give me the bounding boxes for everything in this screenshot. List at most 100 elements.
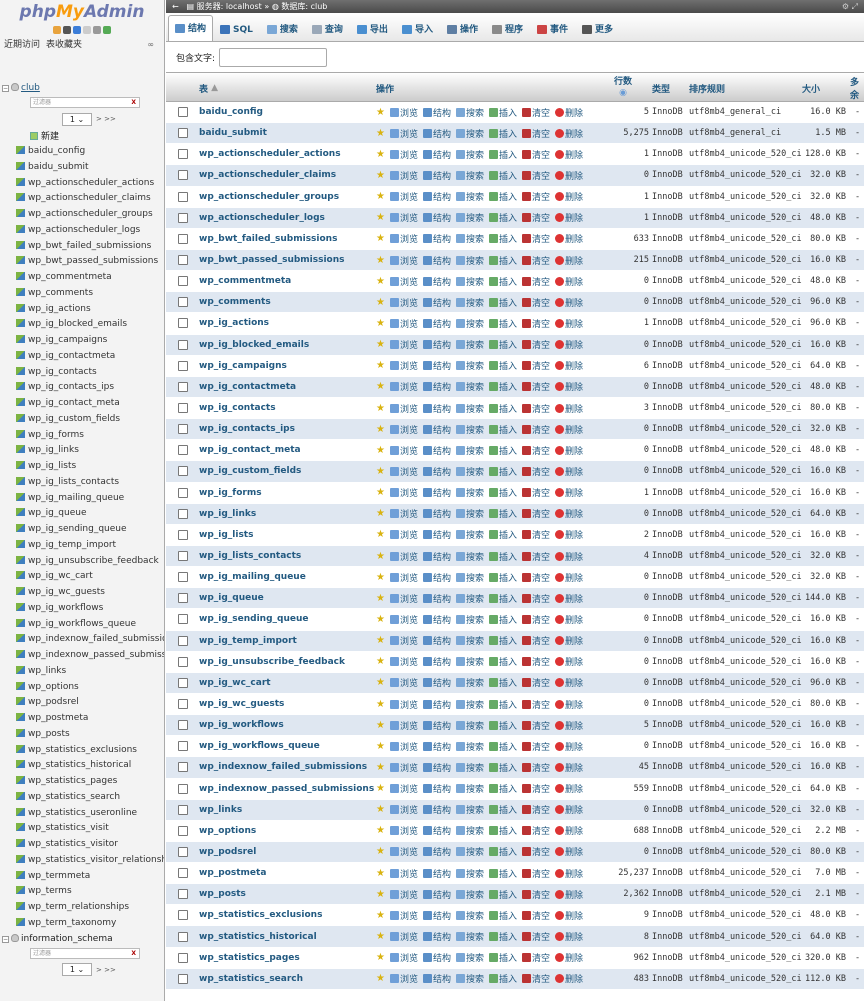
action-insert[interactable]: 插入 [489, 359, 517, 372]
row-checkbox[interactable] [178, 635, 188, 646]
row-checkbox[interactable] [178, 804, 188, 815]
db-info-link[interactable]: information_schema [21, 934, 113, 944]
row-checkbox[interactable] [178, 699, 188, 709]
action-structure[interactable]: 结构 [422, 803, 451, 816]
action-insert[interactable]: 插入 [489, 761, 517, 774]
table-name-link[interactable]: wp_indexnow_passed_submissions [199, 784, 374, 794]
table-name-link[interactable]: wp_commentmeta [199, 276, 291, 286]
home-icon[interactable] [53, 26, 61, 34]
action-drop[interactable]: 删除 [555, 211, 583, 224]
action-insert[interactable]: 插入 [489, 402, 517, 415]
action-browse[interactable]: 浏览 [389, 359, 418, 372]
action-empty[interactable]: 清空 [522, 719, 550, 732]
query-window-icon[interactable] [73, 26, 81, 34]
action-structure[interactable]: 结构 [422, 867, 451, 880]
action-drop[interactable]: 删除 [555, 698, 583, 711]
row-checkbox[interactable] [178, 212, 188, 223]
action-search[interactable]: 搜索 [456, 507, 484, 520]
action-empty[interactable]: 清空 [522, 232, 550, 245]
table-filter-input[interactable]: 过滤器 X [30, 97, 140, 108]
favorite-star-icon[interactable]: ★ [376, 276, 385, 287]
action-structure[interactable]: 结构 [422, 719, 451, 732]
action-structure[interactable]: 结构 [422, 824, 451, 837]
favorite-star-icon[interactable]: ★ [376, 593, 385, 604]
table-name-link[interactable]: wp_posts [199, 889, 246, 899]
action-empty[interactable]: 清空 [522, 803, 550, 816]
sidebar-table-item[interactable]: +wp_ig_wc_guests [14, 585, 164, 601]
row-checkbox[interactable] [178, 529, 188, 540]
action-drop[interactable]: 删除 [555, 782, 583, 795]
favorite-star-icon[interactable]: ★ [376, 424, 385, 435]
row-checkbox[interactable] [178, 107, 188, 118]
action-drop[interactable]: 删除 [555, 930, 583, 943]
row-checkbox[interactable] [178, 677, 188, 688]
table-name-link[interactable]: wp_statistics_historical [199, 932, 317, 942]
action-search[interactable]: 搜索 [456, 803, 484, 816]
favorite-star-icon[interactable]: ★ [376, 318, 385, 329]
action-browse[interactable]: 浏览 [389, 867, 418, 880]
table-name-link[interactable]: wp_comments [199, 297, 271, 307]
settings-gear-icon[interactable]: ⚙ ⤢ [842, 0, 858, 13]
action-search[interactable]: 搜索 [456, 148, 484, 161]
table-name-link[interactable]: wp_ig_workflows [199, 720, 284, 730]
row-checkbox[interactable] [178, 128, 188, 139]
favorite-star-icon[interactable]: ★ [376, 107, 385, 118]
sidebar-table-item[interactable]: +wp_ig_contact_meta [14, 396, 164, 412]
action-search[interactable]: 搜索 [456, 550, 484, 563]
help-icon[interactable]: ◉ [619, 88, 627, 99]
action-browse[interactable]: 浏览 [389, 296, 418, 309]
action-insert[interactable]: 插入 [489, 655, 517, 668]
action-browse[interactable]: 浏览 [389, 317, 418, 330]
sidebar-table-item[interactable]: +wp_ig_workflows [14, 601, 164, 617]
table-name-link[interactable]: wp_ig_queue [199, 593, 264, 603]
sidebar-table-item[interactable]: +wp_ig_queue [14, 506, 164, 522]
action-empty[interactable]: 清空 [522, 592, 550, 605]
sidebar-table-item[interactable]: +wp_bwt_passed_submissions [14, 254, 164, 270]
tab-4[interactable]: 导出 [350, 17, 395, 41]
action-empty[interactable]: 清空 [522, 824, 550, 837]
action-insert[interactable]: 插入 [489, 613, 517, 626]
sidebar-table-item[interactable]: +wp_ig_custom_fields [14, 412, 164, 428]
action-empty[interactable]: 清空 [522, 127, 550, 140]
action-drop[interactable]: 删除 [555, 106, 583, 119]
action-empty[interactable]: 清空 [522, 761, 550, 774]
action-drop[interactable]: 删除 [555, 909, 583, 922]
row-checkbox[interactable] [178, 889, 188, 900]
action-insert[interactable]: 插入 [489, 169, 517, 182]
sidebar-table-item[interactable]: +wp_ig_sending_queue [14, 522, 164, 538]
collapse-icon[interactable]: − [2, 85, 9, 92]
sidebar-table-item[interactable]: +wp_ig_campaigns [14, 333, 164, 349]
action-browse[interactable]: 浏览 [389, 486, 418, 499]
table-name-link[interactable]: wp_actionscheduler_actions [199, 149, 341, 159]
sidebar-table-item[interactable]: +wp_actionscheduler_claims [14, 191, 164, 207]
action-empty[interactable]: 清空 [522, 211, 550, 224]
row-checkbox[interactable] [178, 868, 188, 879]
table-name-link[interactable]: wp_bwt_passed_submissions [199, 255, 345, 265]
action-empty[interactable]: 清空 [522, 613, 550, 626]
favorite-star-icon[interactable]: ★ [376, 783, 385, 794]
favorite-star-icon[interactable]: ★ [376, 931, 385, 942]
th-size[interactable]: 大小 [802, 73, 820, 103]
action-empty[interactable]: 清空 [522, 254, 550, 267]
sidebar-table-item[interactable]: +wp_postmeta [14, 711, 164, 727]
action-drop[interactable]: 删除 [555, 867, 583, 880]
action-structure[interactable]: 结构 [422, 676, 451, 689]
sidebar-table-item[interactable]: +wp_term_relationships [14, 900, 164, 916]
action-browse[interactable]: 浏览 [389, 740, 418, 753]
th-overhead[interactable]: 多余 [850, 73, 862, 103]
action-drop[interactable]: 删除 [555, 254, 583, 267]
sidebar-table-item[interactable]: +wp_statistics_historical [14, 758, 164, 774]
row-checkbox[interactable] [178, 318, 188, 329]
action-search[interactable]: 搜索 [456, 486, 484, 499]
action-empty[interactable]: 清空 [522, 465, 550, 478]
action-insert[interactable]: 插入 [489, 317, 517, 330]
action-browse[interactable]: 浏览 [389, 972, 418, 985]
action-structure[interactable]: 结构 [422, 317, 451, 330]
action-empty[interactable]: 清空 [522, 296, 550, 309]
action-drop[interactable]: 删除 [555, 380, 583, 393]
row-checkbox[interactable] [178, 783, 188, 794]
action-insert[interactable]: 插入 [489, 592, 517, 605]
action-browse[interactable]: 浏览 [389, 698, 418, 711]
table-name-link[interactable]: wp_ig_actions [199, 318, 269, 328]
reload-icon[interactable] [103, 26, 111, 34]
